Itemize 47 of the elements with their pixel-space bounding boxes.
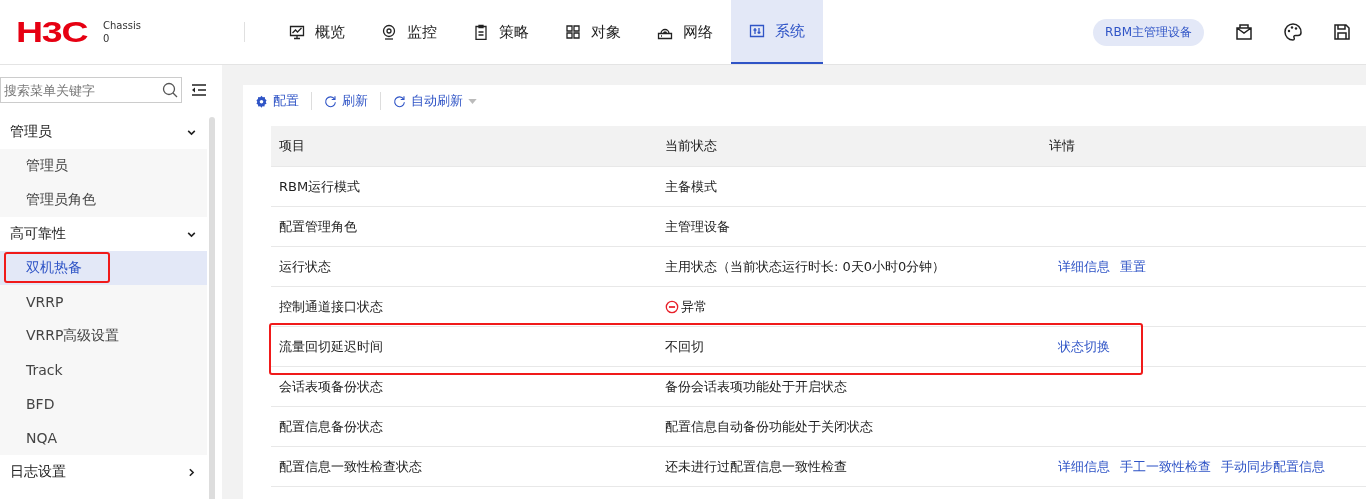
table-cell-text: 流量回切延迟时间 [278,337,384,356]
table-cell: 备份会话表项功能处于开启状态 [665,377,847,396]
nav-tab[interactable]: 监控 [363,0,455,64]
table-cell: 还未进行过配置信息一致性检查 [665,457,847,476]
nav-tab[interactable]: 对象 [547,0,639,64]
menu-item[interactable]: VRRP高级设置 [0,319,207,353]
device-number: 0 [103,32,111,45]
table-cell-text: 配置信息一致性检查状态 [278,457,423,476]
menu-item[interactable]: NQA [0,421,207,455]
nav-tab[interactable]: 概览 [271,0,363,64]
table-cell: 主备模式 [665,177,717,196]
menu-search-field[interactable]: 搜索菜单关键字 [0,77,182,103]
logo: H3C [16,17,88,47]
device-label: Chassis [103,19,141,32]
nav-tab[interactable]: 系统 [731,0,823,64]
table-cell-text: 运行状态 [278,257,332,276]
detail-link[interactable]: 手工一致性检查 [1120,457,1211,476]
table-cell: 不回切 [665,337,704,356]
detail-link[interactable]: 手动同步配置信息 [1221,457,1325,476]
table-cell-text: 配置信息备份状态 [278,417,384,436]
nav-tab[interactable]: 策略 [455,0,547,64]
detail-link[interactable]: 详细信息 [1058,457,1110,476]
role-badge: RBM主管理设备 [1093,18,1204,46]
toolbar-button[interactable]: 自动刷新 [393,92,477,110]
menu-item[interactable]: 双机热备 [0,251,207,285]
menu-item[interactable]: 管理员角色 [0,183,207,217]
toolbar-button[interactable]: 配置 [255,92,299,110]
table-cell-text: 会话表项备份状态 [278,377,384,396]
detail-link[interactable]: 状态切换 [1058,337,1110,356]
table-cell-text: RBM运行模式 [278,177,362,196]
toolbar-button[interactable]: 刷新 [324,92,368,110]
menu-item[interactable]: Track [0,353,207,387]
column-header: 当前状态 [665,137,718,155]
table-cell: 主管理设备 [665,217,730,236]
column-header: 详情 [1049,137,1075,155]
menu-item[interactable]: 管理员 [0,149,207,183]
menu-item[interactable]: VRRP [0,285,207,319]
detail-link[interactable]: 详细信息 [1058,257,1110,276]
table-cell: 异常 [681,297,707,316]
detail-link[interactable]: 重置 [1120,257,1146,276]
table-cell: 配置信息自动备份功能处于关闭状态 [665,417,873,436]
nav-tab[interactable]: 网络 [639,0,731,64]
table-cell-text: 配置管理角色 [278,217,358,236]
menu-item[interactable]: BFD [0,387,207,421]
table-cell-text: 控制通道接口状态 [278,297,384,316]
table-cell: 主用状态（当前状态运行时长: 0天0小时0分钟） [665,257,946,276]
column-header: 项目 [278,137,306,155]
